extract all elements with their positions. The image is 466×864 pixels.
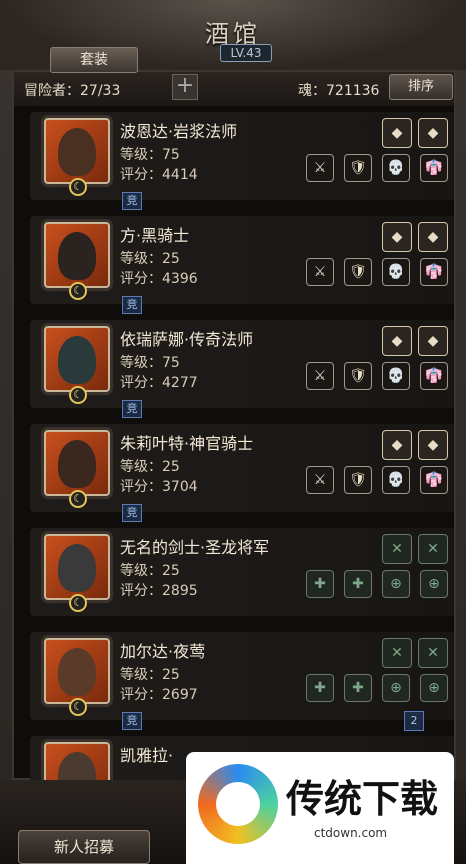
moon-icon: ☾ [69, 594, 87, 612]
hero-name: 波恩达·岩浆法师 [120, 122, 238, 141]
hero-level: 等级：25 [120, 563, 180, 579]
hero-name: 依瑞萨娜·传奇法师 [120, 330, 254, 349]
accessory-slot[interactable]: ◆ [418, 430, 448, 460]
hero-level: 等级：25 [120, 459, 180, 475]
empty-equipment-slot[interactable]: ⊕ [382, 570, 410, 598]
equipment-slot[interactable]: 💀 [382, 258, 410, 286]
hero-name: 无名的剑士·圣龙将军 [120, 538, 270, 557]
equipment-slot[interactable]: 💀 [382, 362, 410, 390]
hero-card[interactable]: ☾ 加尔达·夜莺 等级：25 评分：2697 ✕ ✕ ✚ ✚ ⊕ ⊕ [30, 632, 454, 720]
equipment-slot[interactable]: ⚔ [306, 258, 334, 286]
equipment-slot[interactable]: 🛡 [344, 154, 372, 182]
equipment-slot[interactable]: 💀 [382, 154, 410, 182]
empty-equipment-slot[interactable]: ✚ [306, 570, 334, 598]
equipment-slot[interactable]: 💀 [382, 466, 410, 494]
hero-portrait[interactable]: ☾ [44, 430, 110, 508]
hero-score: 评分：4396 [120, 271, 198, 287]
add-slot-button[interactable]: + [172, 74, 198, 100]
hero-portrait[interactable]: ☾ [44, 742, 110, 780]
adventurer-count: 冒险者：27/33 [24, 83, 121, 99]
hero-score: 评分：2697 [120, 687, 198, 703]
hero-card[interactable]: ☾ 无名的剑士·圣龙将军 等级：25 评分：2895 ✕ ✕ ✚ ✚ ⊕ ⊕ [30, 528, 454, 616]
empty-accessory-slot[interactable]: ✕ [382, 534, 412, 564]
watermark-url: ctdown.com [314, 826, 388, 840]
accessory-slot[interactable]: ◆ [418, 222, 448, 252]
equipment-slot[interactable]: 👘 [420, 362, 448, 390]
hero-card[interactable]: ☾ 朱莉叶特·神官骑士 等级：25 评分：3704 ◆ ◆ ⚔ 🛡 💀 👘 [30, 424, 454, 512]
equipment-slot[interactable]: 🛡 [344, 362, 372, 390]
equipment-slot[interactable]: 👘 [420, 258, 448, 286]
hero-card[interactable]: ☾ 依瑞萨娜·传奇法师 等级：75 评分：4277 ◆ ◆ ⚔ 🛡 💀 👘 [30, 320, 454, 408]
competition-tag: 竞 [122, 400, 142, 418]
recruit-button[interactable]: 新人招募 [18, 830, 150, 864]
empty-accessory-slot[interactable]: ✕ [382, 638, 412, 668]
empty-equipment-slot[interactable]: ✚ [344, 570, 372, 598]
empty-accessory-slot[interactable]: ✕ [418, 534, 448, 564]
hero-portrait[interactable]: ☾ [44, 222, 110, 300]
hero-card[interactable]: ☾ 波恩达·岩浆法师 等级：75 评分：4414 ◆ ◆ ⚔ 🛡 💀 👘 [30, 112, 454, 200]
hero-name: 朱莉叶特·神官骑士 [120, 434, 254, 453]
empty-equipment-slot[interactable]: ⊕ [382, 674, 410, 702]
empty-equipment-slot[interactable]: ✚ [306, 674, 334, 702]
moon-icon: ☾ [69, 178, 87, 196]
hero-score: 评分：4414 [120, 167, 198, 183]
watermark-logo-icon [198, 764, 278, 844]
accessory-slot[interactable]: ◆ [418, 326, 448, 356]
accessory-slot[interactable]: ◆ [382, 326, 412, 356]
hero-name: 方·黑骑士 [120, 226, 190, 245]
empty-equipment-slot[interactable]: ⊕ [420, 674, 448, 702]
empty-equipment-slot[interactable]: ✚ [344, 674, 372, 702]
hero-portrait[interactable]: ☾ [44, 638, 110, 716]
hero-face [58, 440, 96, 488]
watermark-ad: 传统下载 ctdown.com [186, 752, 454, 864]
soul-currency: 魂：721136 [298, 83, 380, 99]
equipment-slot[interactable]: ⚔ [306, 154, 334, 182]
hero-face [58, 544, 96, 592]
equipment-slot[interactable]: 🛡 [344, 258, 372, 286]
hero-face [58, 752, 96, 780]
competition-tag: 竞 [122, 504, 142, 522]
empty-accessory-slot[interactable]: ✕ [418, 638, 448, 668]
hero-score: 评分：4277 [120, 375, 198, 391]
accessory-slot[interactable]: ◆ [418, 118, 448, 148]
hero-face [58, 128, 96, 176]
hero-level: 等级：75 [120, 355, 180, 371]
hero-portrait[interactable]: ☾ [44, 534, 110, 612]
hero-face [58, 648, 96, 696]
moon-icon: ☾ [69, 386, 87, 404]
equipment-slot[interactable]: 🛡 [344, 466, 372, 494]
empty-equipment-slot[interactable]: ⊕ [420, 570, 448, 598]
hero-score: 评分：2895 [120, 583, 198, 599]
accessory-slot[interactable]: ◆ [382, 118, 412, 148]
hero-face [58, 232, 96, 280]
accessory-slot[interactable]: ◆ [382, 430, 412, 460]
moon-icon: ☾ [69, 698, 87, 716]
hero-portrait[interactable]: ☾ [44, 326, 110, 404]
competition-tag: 竞 [122, 296, 142, 314]
page-marker: 2 [404, 711, 424, 731]
outfit-tab[interactable]: 套装 [50, 47, 138, 73]
hero-face [58, 336, 96, 384]
hero-card[interactable]: ☾ 方·黑骑士 等级：25 评分：4396 ◆ ◆ ⚔ 🛡 💀 👘 [30, 216, 454, 304]
moon-icon: ☾ [69, 282, 87, 300]
equipment-slot[interactable]: ⚔ [306, 362, 334, 390]
watermark-brand: 传统下载 [286, 777, 439, 821]
hero-name: 凯雅拉· [120, 746, 174, 765]
equipment-slot[interactable]: ⚔ [306, 466, 334, 494]
competition-tag: 竞 [122, 192, 142, 210]
hero-name: 加尔达·夜莺 [120, 642, 206, 661]
hero-level: 等级：75 [120, 147, 180, 163]
moon-icon: ☾ [69, 490, 87, 508]
hero-score: 评分：3704 [120, 479, 198, 495]
hero-level: 等级：25 [120, 251, 180, 267]
equipment-slot[interactable]: 👘 [420, 466, 448, 494]
sort-button[interactable]: 排序 [389, 74, 453, 100]
hero-portrait[interactable]: ☾ [44, 118, 110, 196]
accessory-slot[interactable]: ◆ [382, 222, 412, 252]
competition-tag: 竞 [122, 712, 142, 730]
hero-list: ☾ 波恩达·岩浆法师 等级：75 评分：4414 ◆ ◆ ⚔ 🛡 💀 👘 竞 ☾ 方·黑骑士 … [30, 112, 454, 780]
hero-level: 等级：25 [120, 667, 180, 683]
equipment-slot[interactable]: 👘 [420, 154, 448, 182]
player-level-badge: LV.43 [220, 44, 272, 62]
